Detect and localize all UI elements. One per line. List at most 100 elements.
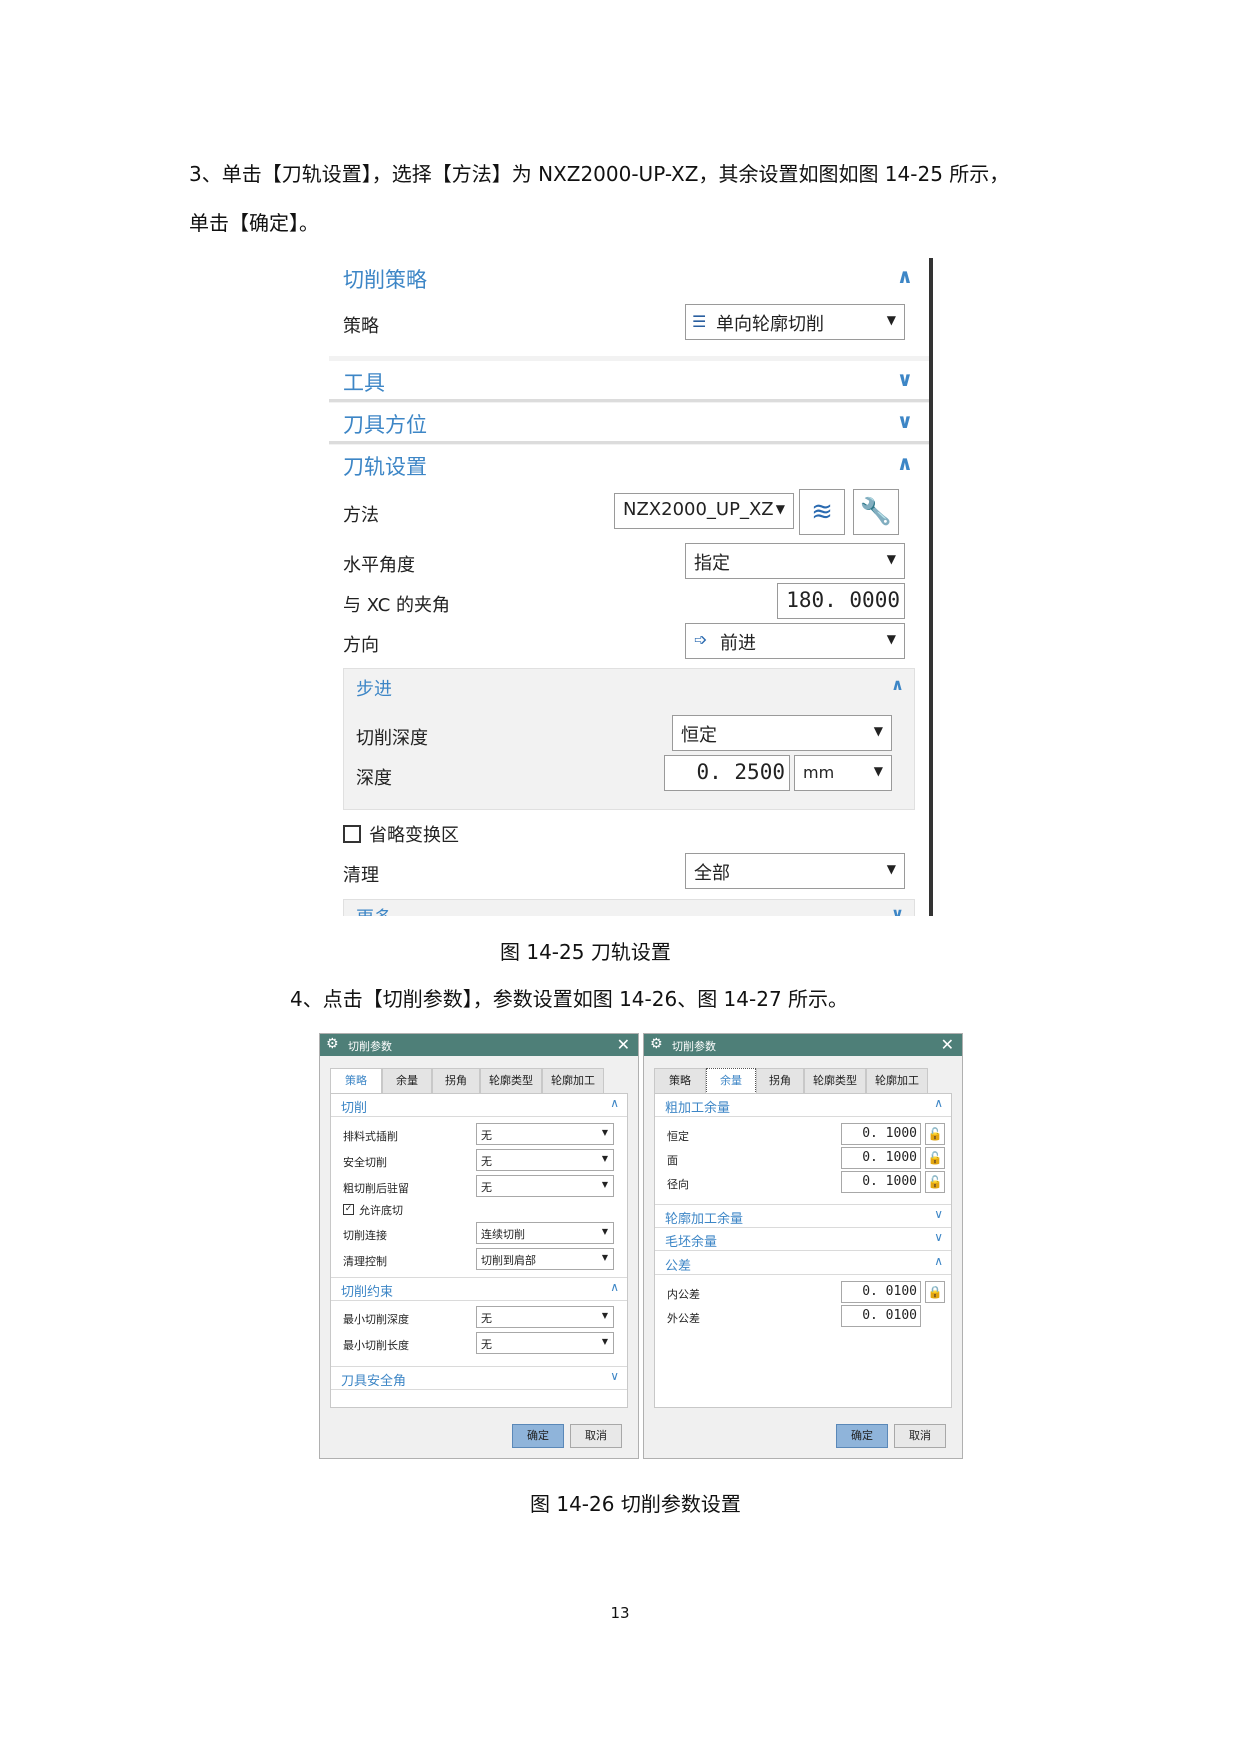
- cut-connect-dropdown[interactable]: 连续切削 ▼: [476, 1222, 614, 1244]
- section-header-constraint[interactable]: 切削约束 ∧: [331, 1277, 627, 1301]
- tab-corner[interactable]: 拐角: [756, 1068, 804, 1094]
- row-label: 清理控制: [343, 1255, 387, 1268]
- tab-profile-type[interactable]: 轮廓类型: [804, 1068, 866, 1094]
- row-label: 粗切削后驻留: [343, 1182, 409, 1195]
- dialog-titlebar: ⚙ 切削参数 ✕: [320, 1034, 638, 1056]
- tab-profile-type[interactable]: 轮廓类型: [480, 1068, 542, 1094]
- intol-input[interactable]: 0. 0100: [841, 1281, 921, 1303]
- section-header-profile-stock[interactable]: 轮廓加工余量 ∨: [655, 1204, 951, 1228]
- ok-button[interactable]: 确定: [836, 1424, 888, 1448]
- face-stock-input[interactable]: 0. 1000: [841, 1147, 921, 1169]
- stock-tab-pane: 粗加工余量 ∧ 恒定 0. 1000 🔓 面 0. 1000 🔓 径向 0. 1…: [654, 1093, 952, 1408]
- chevron-up-icon: ∧: [896, 264, 913, 288]
- omit-region-label: 省略变换区: [369, 825, 459, 846]
- method-dropdown[interactable]: NZX2000_UP_XZ ▼: [614, 493, 794, 529]
- horiz-angle-dropdown[interactable]: 指定 ▼: [685, 543, 905, 579]
- section-header-rough-stock[interactable]: 粗加工余量 ∧: [655, 1094, 951, 1117]
- chevron-up-icon: ∧: [934, 1254, 943, 1268]
- step3-line1: 3、单击【刀轨设置】，选择【方法】为 NXZ2000-UP-XZ，其余设置如图如…: [189, 162, 1010, 186]
- min-cut-length-dropdown[interactable]: 无 ▼: [476, 1332, 614, 1354]
- tab-profiling[interactable]: 轮廓加工: [542, 1068, 604, 1094]
- cut-depth-dropdown[interactable]: 恒定 ▼: [672, 715, 892, 751]
- allow-undercut-checkbox[interactable]: ✓: [343, 1204, 354, 1215]
- create-method-button[interactable]: ≋: [799, 489, 845, 535]
- section-header-path-settings[interactable]: 刀轨设置 ∧: [329, 445, 929, 485]
- strategy-label: 策略: [343, 316, 379, 337]
- cleanup-dropdown[interactable]: 全部 ▼: [685, 853, 905, 889]
- stepover-group: 步进 ∧ 切削深度 恒定 ▼ 深度 0. 2500 mm ▼: [343, 668, 915, 810]
- cleanup-label: 清理: [343, 865, 379, 886]
- section-header-tool-axis[interactable]: 刀具方位 ∨: [329, 403, 929, 444]
- section-header-blank-stock[interactable]: 毛坯余量 ∨: [655, 1228, 951, 1251]
- chevron-down-icon: ▼: [601, 1311, 608, 1320]
- cancel-button[interactable]: 取消: [570, 1424, 622, 1448]
- cut-params-dialog-stock: ⚙ 切削参数 ✕ 策略 余量 拐角 轮廓类型 轮廓加工 粗加工余量 ∧ 恒定 0…: [643, 1033, 963, 1459]
- section-header-cut[interactable]: 切削 ∧: [331, 1094, 627, 1117]
- lock-icon[interactable]: 🔒: [925, 1281, 945, 1303]
- depth-input[interactable]: 0. 2500: [664, 755, 790, 791]
- tab-strategy[interactable]: 策略: [330, 1068, 382, 1094]
- chevron-up-icon: ∧: [896, 451, 913, 475]
- chevron-down-icon: ▼: [886, 632, 896, 646]
- omit-region-checkbox[interactable]: [343, 825, 361, 843]
- chevron-down-icon: ∨: [896, 409, 913, 433]
- section-header-strategy[interactable]: 切削策略 ∧: [329, 258, 929, 298]
- edit-method-button[interactable]: 🔧: [853, 489, 899, 535]
- tab-corner[interactable]: 拐角: [432, 1068, 480, 1094]
- cleanup-value: 全部: [694, 863, 730, 884]
- outtol-input[interactable]: 0. 0100: [841, 1305, 921, 1327]
- depth-unit-dropdown[interactable]: mm ▼: [794, 755, 892, 791]
- close-icon[interactable]: ✕: [617, 1035, 630, 1054]
- chevron-down-icon: ▼: [601, 1180, 608, 1189]
- ok-button[interactable]: 确定: [512, 1424, 564, 1448]
- arrow-right-icon: ➩: [694, 630, 708, 649]
- close-icon[interactable]: ✕: [941, 1035, 954, 1054]
- dialog-title: 切削参数: [348, 1040, 392, 1053]
- section-header-tolerance[interactable]: 公差 ∧: [655, 1252, 951, 1275]
- chevron-down-icon: ∨: [891, 904, 904, 916]
- chevron-down-icon: ▼: [601, 1154, 608, 1163]
- tab-stock[interactable]: 余量: [382, 1068, 432, 1094]
- min-cut-depth-dropdown[interactable]: 无 ▼: [476, 1306, 614, 1328]
- tab-stock[interactable]: 余量: [706, 1068, 756, 1094]
- cut-depth-value: 恒定: [681, 725, 717, 746]
- cancel-button[interactable]: 取消: [894, 1424, 946, 1448]
- safe-cut-dropdown[interactable]: 无 ▼: [476, 1149, 614, 1171]
- constant-stock-input[interactable]: 0. 1000: [841, 1123, 921, 1145]
- gear-icon: ⚙: [326, 1036, 339, 1052]
- section-title: 切削约束: [341, 1285, 394, 1300]
- section-header-safety-angle[interactable]: 刀具安全角 ∨: [331, 1366, 627, 1390]
- section-title: 刀具安全角: [341, 1374, 407, 1389]
- profile-cut-icon: ☰: [692, 312, 707, 331]
- horiz-angle-label: 水平角度: [343, 555, 415, 576]
- section-title: 公差: [665, 1259, 692, 1274]
- chevron-down-icon: ▼: [886, 313, 896, 327]
- row-label: 恒定: [667, 1130, 689, 1143]
- strategy-dropdown[interactable]: 单向轮廓切削 ☰ ▼: [685, 304, 905, 340]
- row-label: 安全切削: [343, 1156, 387, 1169]
- tab-profiling[interactable]: 轮廓加工: [866, 1068, 928, 1094]
- chevron-up-icon[interactable]: ∧: [891, 675, 904, 694]
- plunge-dropdown[interactable]: 无 ▼: [476, 1123, 614, 1145]
- unlock-icon[interactable]: 🔓: [925, 1171, 945, 1193]
- cleanup-control-dropdown[interactable]: 切削到肩部 ▼: [476, 1248, 614, 1270]
- radial-stock-input[interactable]: 0. 1000: [841, 1171, 921, 1193]
- cut-depth-label: 切削深度: [356, 728, 428, 749]
- row-label: 最小切削长度: [343, 1339, 409, 1352]
- chevron-down-icon: ∨: [934, 1207, 943, 1221]
- dropdown-value: 无: [481, 1312, 492, 1325]
- unlock-icon[interactable]: 🔓: [925, 1147, 945, 1169]
- section-header-tool[interactable]: 工具 ∨: [329, 361, 929, 402]
- dropdown-value: 无: [481, 1155, 492, 1168]
- dropdown-value: 连续切削: [481, 1228, 525, 1241]
- method-value: NZX2000_UP_XZ: [623, 499, 773, 520]
- strategy-value: 单向轮廓切削: [716, 314, 824, 335]
- direction-dropdown[interactable]: ➩ 前进 ▼: [685, 623, 905, 659]
- step3-line2: 单击【确定】。: [189, 211, 319, 235]
- tab-strategy[interactable]: 策略: [654, 1068, 706, 1094]
- xc-angle-input[interactable]: 180. 0000: [777, 583, 905, 619]
- dwell-dropdown[interactable]: 无 ▼: [476, 1175, 614, 1197]
- more-group[interactable]: 更多 ∨: [343, 899, 915, 916]
- figure-caption-14-26: 图 14-26 切削参数设置: [530, 1492, 741, 1516]
- unlock-icon[interactable]: 🔓: [925, 1123, 945, 1145]
